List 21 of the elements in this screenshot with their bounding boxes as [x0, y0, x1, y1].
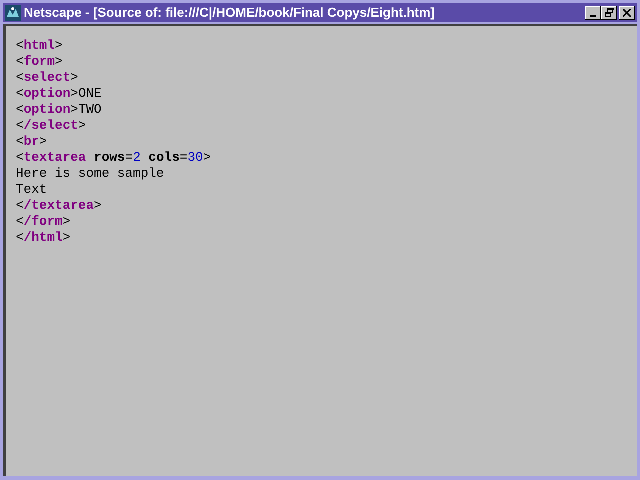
code-line: <option>TWO	[16, 102, 102, 118]
close-icon	[623, 8, 631, 16]
code-line: </textarea>	[16, 198, 102, 214]
close-button[interactable]	[619, 6, 635, 20]
app-icon[interactable]	[5, 4, 21, 20]
code-line: <option>ONE	[16, 86, 102, 102]
code-line: <textarea rows=2 cols=30>	[16, 150, 212, 166]
code-line: Text	[16, 182, 48, 198]
restore-icon	[604, 8, 614, 17]
minimize-button[interactable]	[585, 6, 601, 20]
code-line: <br>	[16, 134, 48, 150]
code-line: <form>	[16, 54, 63, 70]
code-line: <html>	[16, 38, 63, 54]
restore-button[interactable]	[601, 6, 617, 20]
window-title: Netscape - [Source of: file:///C|/HOME/book/Final Copys/Eight.htm]	[24, 5, 436, 20]
code-line: </select>	[16, 118, 86, 134]
code-line: </form>	[16, 214, 71, 230]
code-line: Here is some sample	[16, 166, 164, 182]
code-line: </html>	[16, 230, 71, 246]
code-line: <select>	[16, 70, 78, 86]
minimize-icon	[590, 14, 596, 16]
